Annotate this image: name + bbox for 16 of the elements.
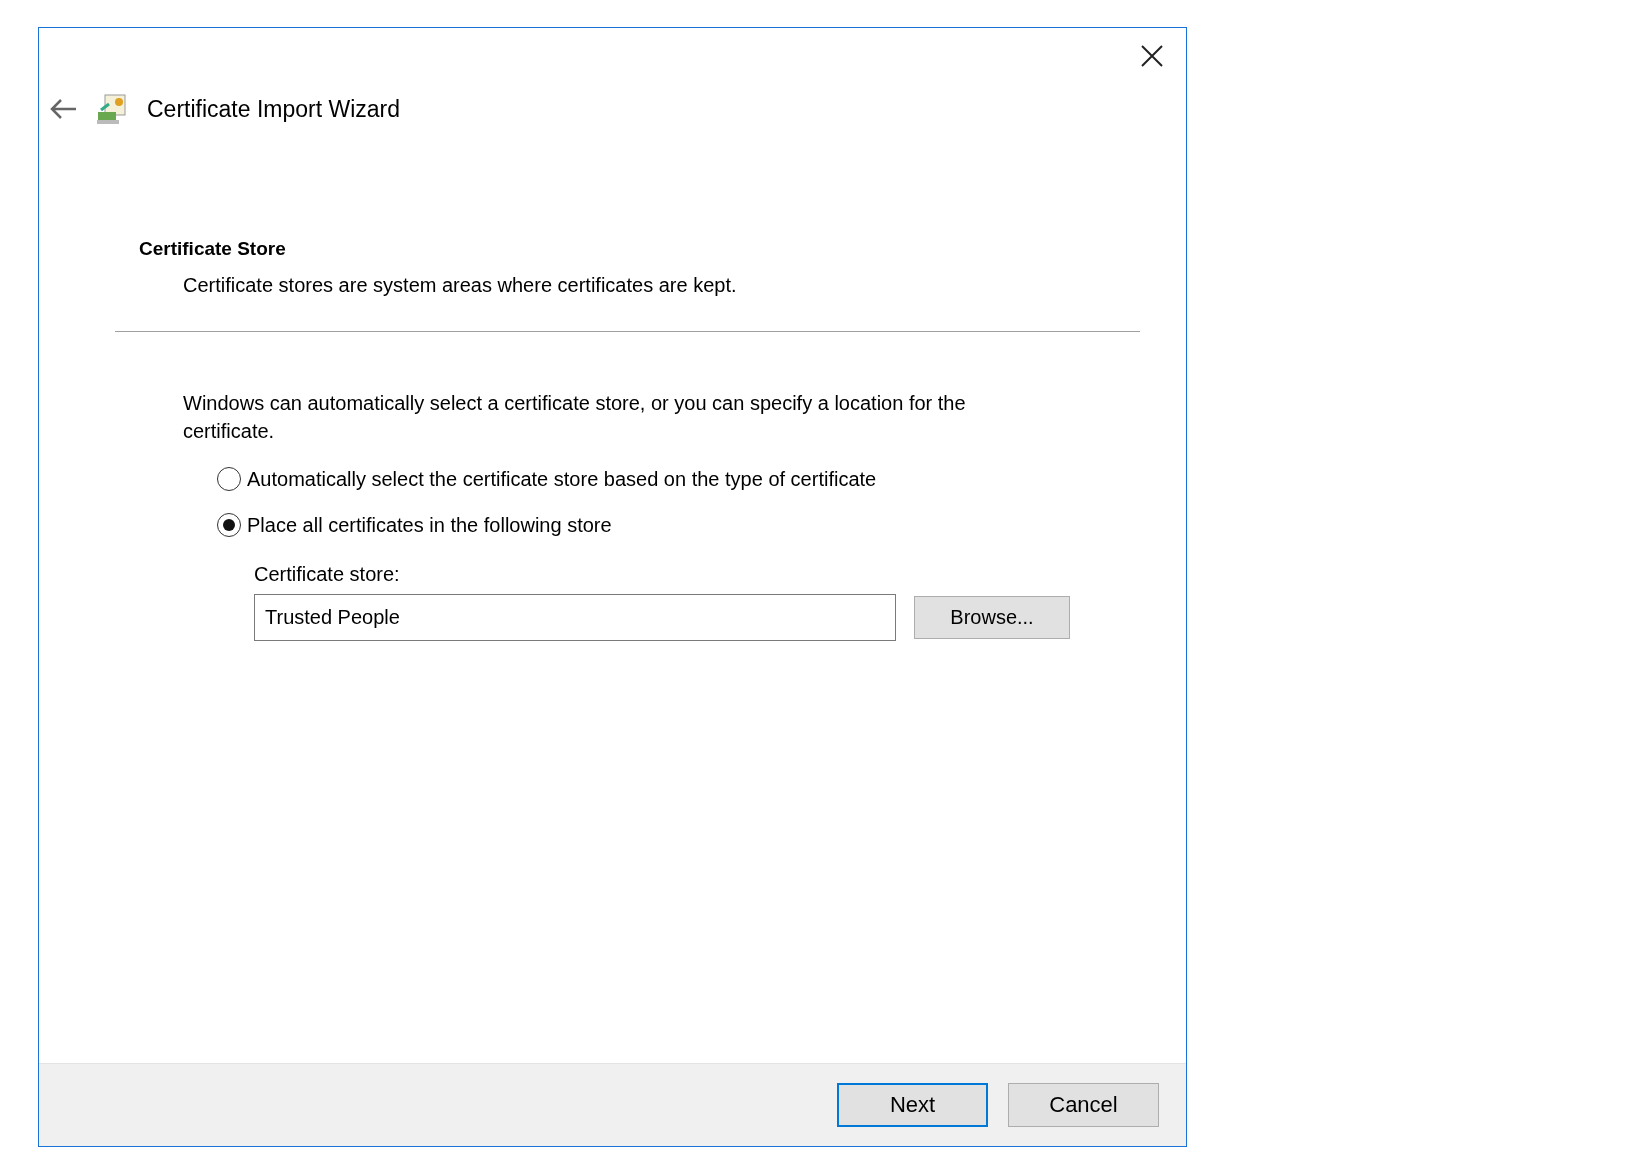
page-subtitle: Certificate stores are system areas where certificates are kept.: [183, 274, 738, 297]
back-arrow-icon[interactable]: [49, 98, 77, 120]
dialog-button[interactable]: Cancel: [1008, 1083, 1159, 1127]
option-label: Place all certificates in the following store: [247, 513, 612, 537]
dialog-button[interactable]: Next: [837, 1083, 988, 1127]
option-label: Automatically select the certificate store based on the type of certificate: [247, 467, 877, 491]
browse-button[interactable]: Browse...: [914, 596, 1070, 639]
store-label: Certificate store:: [254, 563, 401, 586]
radio-option[interactable]: Automatically select the certificate store based on the type of certificate: [217, 467, 1186, 491]
page-heading: Certificate Store: [139, 238, 287, 260]
window-title: Certificate Import Wizard: [147, 95, 401, 123]
close-icon[interactable]: [1140, 44, 1164, 68]
radio-option[interactable]: Place all certificates in the following store: [217, 513, 1186, 537]
description-text: Windows can automatically select a certificate store, or you can specify a location for the certificate.: [183, 391, 967, 444]
certificate-icon: [95, 92, 129, 126]
store-field[interactable]: Trusted People: [254, 594, 896, 641]
